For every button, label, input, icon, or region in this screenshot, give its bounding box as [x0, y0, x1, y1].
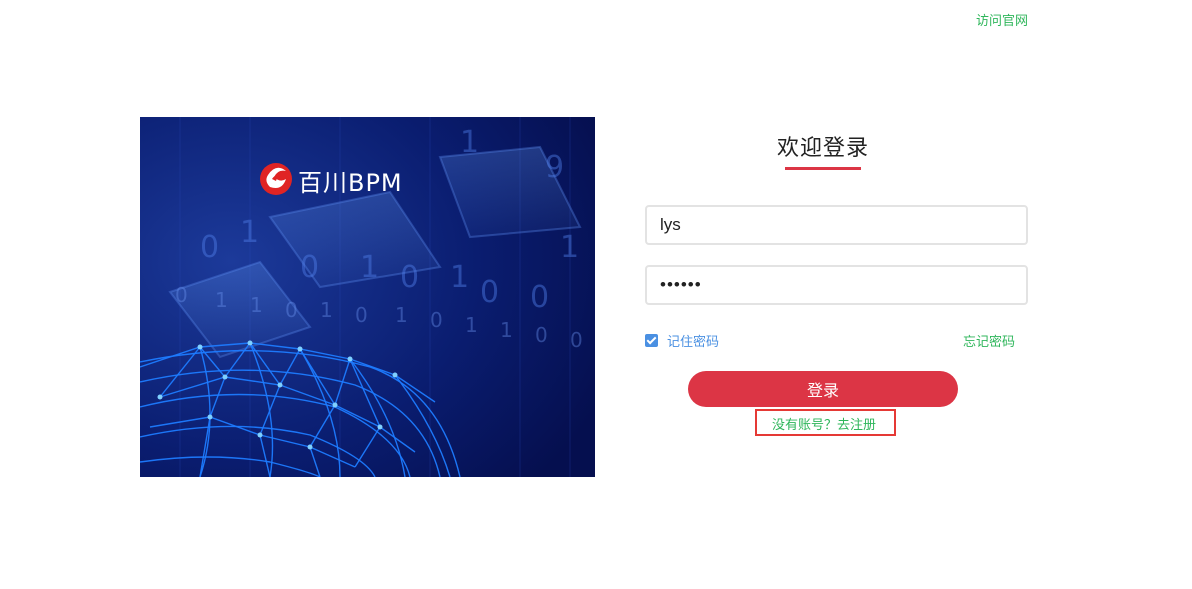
svg-text:0: 0	[535, 323, 548, 347]
username-input[interactable]	[645, 205, 1028, 245]
password-input[interactable]	[645, 265, 1028, 305]
login-title: 欢迎登录	[776, 135, 869, 160]
forgot-password-link[interactable]: 忘记密码	[963, 331, 1015, 350]
remember-label: 记住密码	[667, 334, 720, 349]
svg-text:1: 1	[500, 318, 513, 342]
svg-text:0: 0	[355, 303, 368, 327]
svg-text:0: 0	[200, 230, 219, 265]
svg-text:0: 0	[430, 308, 443, 332]
svg-text:0: 0	[400, 260, 419, 295]
svg-text:0: 0	[175, 283, 188, 307]
svg-text:1: 1	[320, 298, 333, 322]
svg-text:0: 0	[570, 328, 583, 352]
svg-text:1: 1	[360, 250, 379, 285]
svg-text:0: 0	[480, 275, 499, 310]
svg-text:1: 1	[240, 215, 259, 250]
title-underline	[785, 167, 861, 170]
login-button[interactable]: 登录	[688, 371, 958, 407]
svg-text:9: 9	[545, 150, 564, 185]
svg-text:1: 1	[395, 303, 408, 327]
svg-text:1: 1	[215, 288, 228, 312]
svg-text:1: 1	[560, 230, 579, 265]
svg-text:1: 1	[465, 313, 478, 337]
register-link[interactable]: 没有账号？去注册	[772, 414, 876, 433]
brand-name: 百川BPM	[298, 169, 403, 197]
hero-banner: 0 1 0 1 0 1 0 0 1 9 1 0 1 1 0 1 0 1 0 1 …	[140, 117, 595, 477]
svg-text:1: 1	[250, 293, 263, 317]
login-title-area: 欢迎登录	[645, 117, 1001, 177]
brand-logo-icon	[260, 163, 292, 195]
svg-text:0: 0	[530, 280, 549, 315]
svg-text:1: 1	[450, 260, 469, 295]
svg-text:0: 0	[300, 250, 319, 285]
svg-text:0: 0	[285, 298, 298, 322]
remember-password-option[interactable]: 记住密码	[645, 331, 719, 350]
svg-text:1: 1	[460, 125, 479, 160]
visit-official-site-link[interactable]: 访问官网	[976, 10, 1028, 29]
remember-checkbox[interactable]	[645, 334, 658, 347]
